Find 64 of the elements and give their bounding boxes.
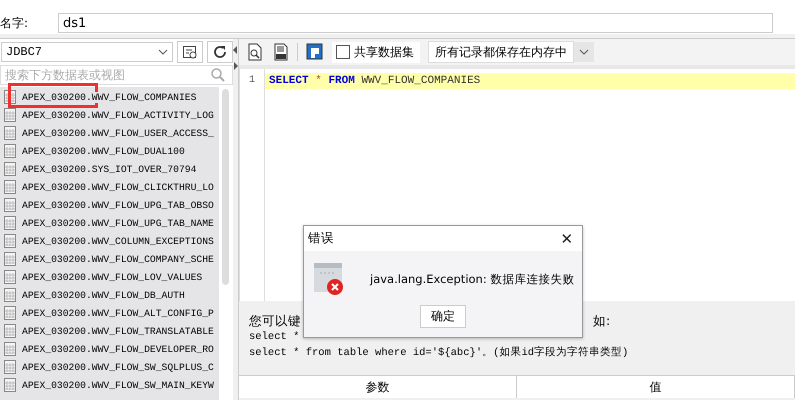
table-item[interactable]: APEX_030200.WWV_COLUMN_EXCEPTIONS <box>22 236 214 246</box>
save-icon <box>306 43 324 61</box>
name-field[interactable]: ds1 <box>58 13 773 33</box>
table-icon <box>4 108 16 122</box>
table-icon <box>4 126 16 140</box>
table-icon <box>4 162 16 176</box>
hint-text: 如: <box>593 313 610 329</box>
table-item[interactable]: APEX_030200.WWV_FLOW_DUAL100 <box>22 146 185 156</box>
table-icon <box>4 234 16 248</box>
table-item[interactable]: APEX_030200.WWV_FLOW_COMPANIES <box>22 92 196 102</box>
refresh-icon <box>212 44 228 60</box>
document-search-icon <box>247 43 263 61</box>
table-item[interactable]: APEX_030200.WWV_FLOW_UPG_TAB_OBSO <box>22 200 214 210</box>
refresh-button[interactable] <box>207 41 233 63</box>
table-icon <box>4 342 16 356</box>
table-icon <box>4 324 16 338</box>
table-icon <box>4 198 16 212</box>
table-icon <box>4 378 16 392</box>
collapse-arrows-icon[interactable] <box>233 45 238 71</box>
column-header: 值 <box>517 376 795 398</box>
chevron-icon <box>158 49 168 55</box>
dialog-title: 错误 <box>308 230 334 247</box>
sql-file-icon <box>273 43 289 61</box>
table-item[interactable]: APEX_030200.WWV_FLOW_SW_SQLPLUS_C <box>22 362 214 372</box>
table-item[interactable]: APEX_030200.WWV_FLOW_ACTIVITY_LOG <box>22 110 214 120</box>
edit-connection-button[interactable] <box>177 41 203 63</box>
share-checkbox[interactable] <box>336 45 350 59</box>
table-icon <box>4 252 16 266</box>
table-item[interactable]: APEX_030200.WWV_FLOW_DB_AUTH <box>22 290 185 300</box>
table-icon <box>4 270 16 284</box>
line-number: 1 <box>248 74 256 88</box>
example-query: select * from table where id='${abc}'。(如果id字段为字符串类型) <box>249 345 630 361</box>
form-icon <box>182 44 198 60</box>
datasource-dropdown[interactable]: JDBC7 <box>1 42 173 62</box>
table-icon <box>4 288 16 302</box>
table-item[interactable]: APEX_030200.WWV_FLOW_USER_ACCESS_ <box>22 128 214 138</box>
share-checkbox-label: 共享数据集 <box>354 44 414 60</box>
table-item[interactable]: APEX_030200.WWV_FLOW_SW_MAIN_KEYW <box>22 380 214 390</box>
close-button[interactable]: ✕ <box>552 226 582 250</box>
table-item[interactable]: APEX_030200.WWV_FLOW_LOV_VALUES <box>22 272 202 282</box>
chevron-icon <box>579 49 589 55</box>
example-query: select * <box>249 330 300 345</box>
table-icon <box>4 144 16 158</box>
mode-dropdown[interactable]: 所有记录都保存在内存中 <box>428 42 594 62</box>
table-item[interactable]: APEX_030200.WWV_FLOW_ALT_CONFIG_P <box>22 308 214 318</box>
table-item[interactable]: APEX_030200.WWV_FLOW_TRANSLATABLE <box>22 326 214 336</box>
search-icon <box>211 68 225 82</box>
table-item[interactable]: APEX_030200.WWV_FLOW_UPG_TAB_NAME <box>22 218 214 228</box>
error-message: java.lang.Exception: 数据库连接失败 <box>370 272 574 286</box>
table-icon <box>4 216 16 230</box>
name-label: 名字: <box>0 14 30 32</box>
table-icon <box>4 306 16 320</box>
table-item[interactable]: APEX_030200.WWV_FLOW_DEVELOPER_RO <box>22 344 214 354</box>
hint-text: 您可以键 <box>249 313 301 329</box>
table-icon <box>4 360 16 374</box>
table-item[interactable]: APEX_030200.SYS_IOT_OVER_70794 <box>22 164 196 174</box>
table-icon <box>4 180 16 194</box>
column-header: 参数 <box>239 376 517 398</box>
error-icon <box>314 263 344 295</box>
table-item[interactable]: APEX_030200.WWV_FLOW_CLICKTHRU_LO <box>22 182 214 192</box>
scrollbar-thumb[interactable] <box>222 89 229 285</box>
search-field[interactable]: 搜索下方数据表或视图 <box>0 65 233 85</box>
ok-button[interactable]: 确定 <box>420 305 466 328</box>
table-item[interactable]: APEX_030200.WWV_FLOW_COMPANY_SCHE <box>22 254 214 264</box>
